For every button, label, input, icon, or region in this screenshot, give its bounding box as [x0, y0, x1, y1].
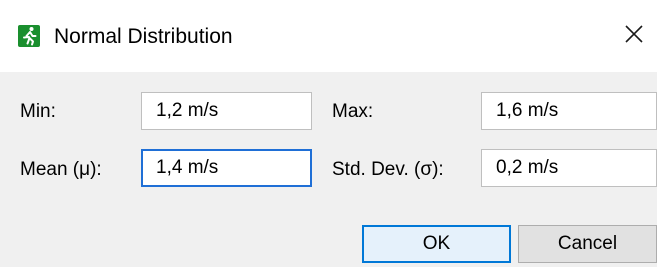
- ok-button[interactable]: OK: [362, 225, 511, 263]
- stddev-label: Std. Dev. (σ):: [332, 159, 444, 180]
- close-icon: [625, 24, 643, 48]
- cancel-button[interactable]: Cancel: [518, 225, 657, 263]
- mean-label: Mean (μ):: [20, 159, 102, 180]
- min-label: Min:: [20, 101, 56, 122]
- mean-input[interactable]: [141, 149, 312, 187]
- min-input[interactable]: [141, 92, 312, 130]
- max-label: Max:: [332, 101, 374, 122]
- window-title: Normal Distribution: [54, 25, 233, 48]
- stddev-input[interactable]: [481, 149, 657, 187]
- max-input[interactable]: [481, 92, 657, 130]
- close-button[interactable]: [612, 14, 656, 58]
- title-bar: Normal Distribution: [0, 0, 657, 72]
- normal-distribution-dialog: Normal Distribution Min: Max: Mean (μ): …: [0, 0, 657, 267]
- running-man-icon: [18, 25, 40, 47]
